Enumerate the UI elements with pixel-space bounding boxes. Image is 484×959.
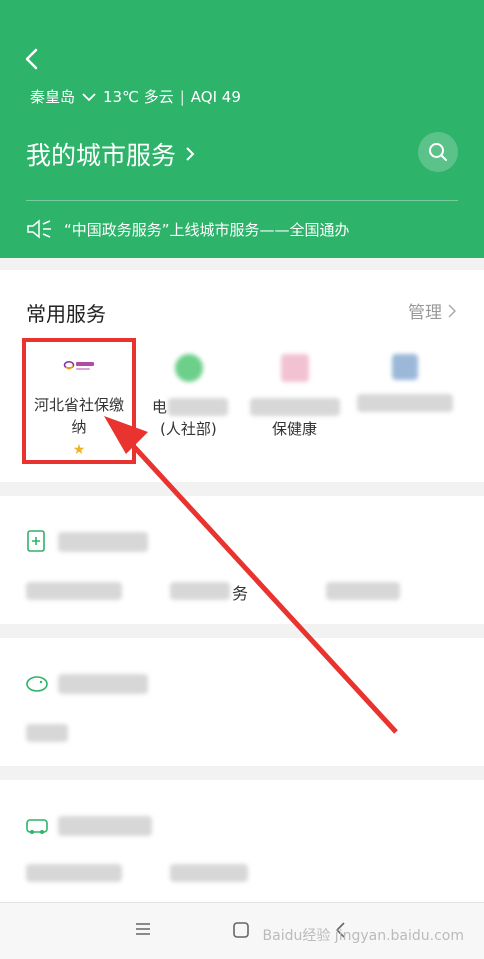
piggy-bank-icon [26,676,48,692]
back-icon[interactable] [18,44,48,74]
aqi-text: AQI 49 [190,87,241,106]
city-header: 秦皇岛 13℃ 多云 | AQI 49 我的城市服务 “中国政务服务”上线城市服… [0,0,484,258]
service-item-4[interactable] [350,342,460,412]
notice-text[interactable]: “中国政务服务”上线城市服务——全国通办 [64,219,350,240]
manage-link[interactable]: 管理 [408,298,456,323]
screen: 秦皇岛 13℃ 多云 | AQI 49 我的城市服务 “中国政务服务”上线城市服… [0,0,484,959]
service-label-fragment: 保健康 [272,420,318,438]
blurred-item[interactable] [26,582,122,600]
blurred-item[interactable] [170,582,230,600]
blurred-section-title [58,532,148,552]
header-divider [26,200,458,201]
search-icon [429,143,447,161]
service-section-4 [0,780,484,902]
service-item-3[interactable]: 保健康 [240,342,350,440]
service-logo-icon [392,354,418,380]
home-icon[interactable] [232,921,250,939]
blurred-label [357,394,453,412]
document-plus-icon [27,530,45,552]
watermark: Baidu经验 jingyan.baidu.com [262,928,464,944]
service-section-3 [0,638,484,766]
blurred-item[interactable] [26,864,122,882]
separator: | [179,87,185,106]
service-logo-icon [281,354,309,382]
highlight-box [22,338,136,464]
menu-icon[interactable] [134,921,152,937]
notice-bar[interactable]: “中国政务服务”上线城市服务——全国通办 [26,218,350,240]
blurred-item[interactable] [170,864,248,882]
blurred-label [250,398,340,416]
weather-bar[interactable]: 秦皇岛 13℃ 多云 | AQI 49 [30,86,241,107]
blurred-item[interactable] [326,582,400,600]
chevron-down-icon[interactable] [81,91,97,103]
section-title: 常用服务 [26,302,106,326]
service-label-fragment: 电 [152,398,168,416]
manage-label[interactable]: 管理 [408,298,442,323]
service-logo-icon [175,354,203,382]
common-services-section: 常用服务 管理 河北省社保缴纳 ★ 电 (人社部) 保健康 [0,270,484,482]
page-title[interactable]: 我的城市服务 [26,136,196,172]
service-item-2[interactable]: 电 (人社部) [134,342,244,440]
chevron-right-icon [448,303,456,318]
blurred-label [168,398,228,416]
system-nav-bar: Baidu经验 jingyan.baidu.com [0,902,484,959]
blurred-item[interactable] [26,724,68,742]
page-title-text[interactable]: 我的城市服务 [26,136,176,172]
chevron-right-icon [186,147,195,161]
city-name[interactable]: 秦皇岛 [30,86,75,107]
blurred-section-title [58,816,152,836]
blurred-section-title [58,674,148,694]
search-button[interactable] [418,132,458,172]
service-section-2: 务 [0,496,484,624]
car-icon [26,819,48,834]
service-label-fragment: 务 [232,584,249,603]
speaker-icon [27,219,51,239]
weather-text: 13℃ 多云 [103,88,174,106]
service-label-fragment: (人社部) [160,420,217,438]
